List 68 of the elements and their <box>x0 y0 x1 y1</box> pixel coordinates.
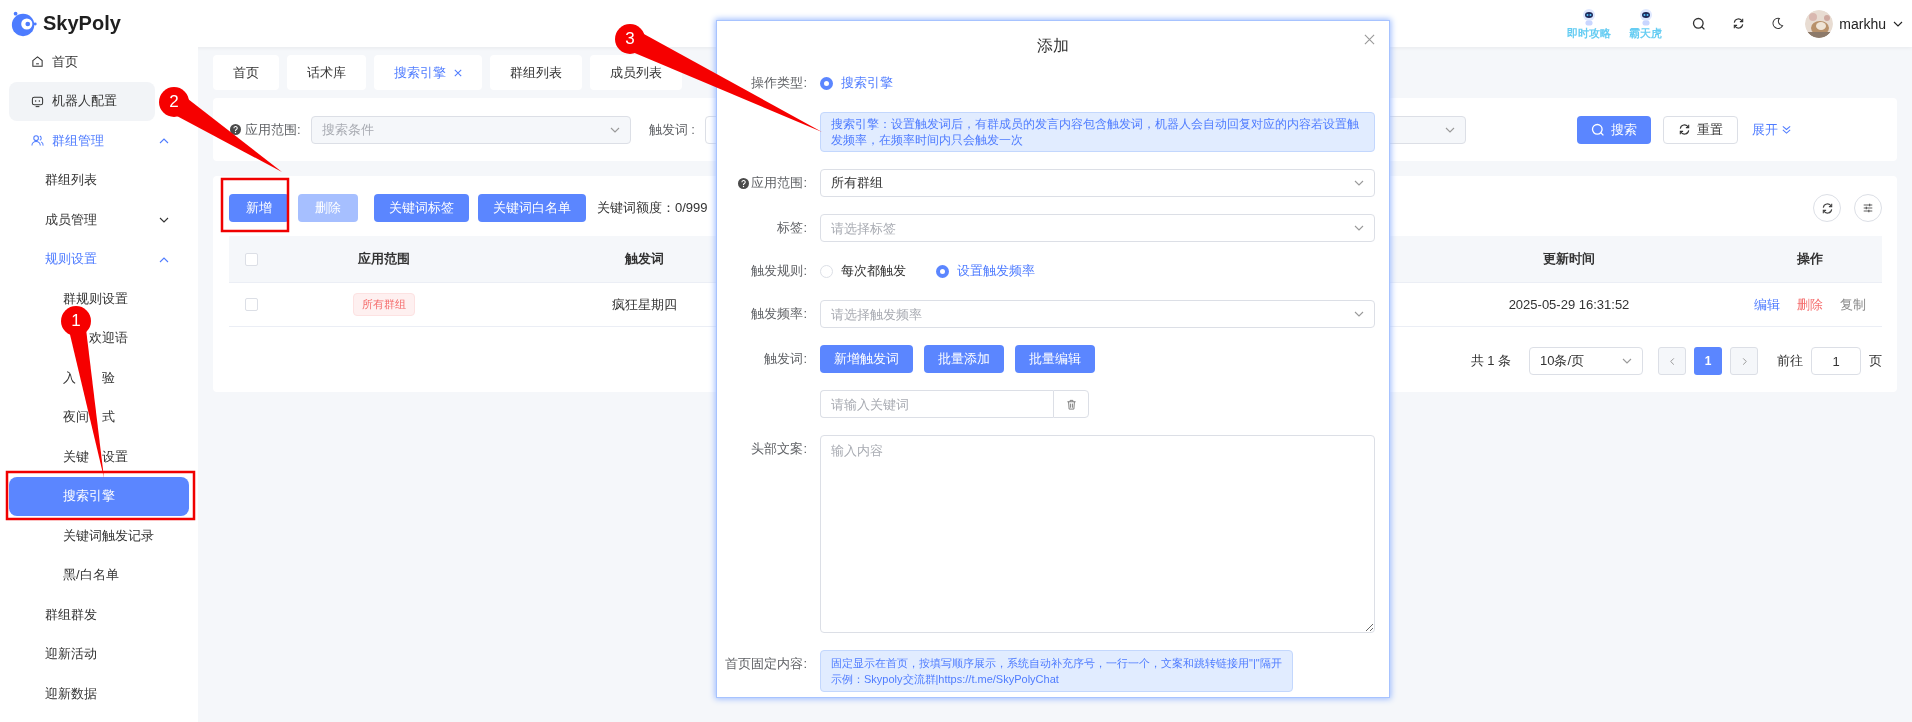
sidebar-item[interactable]: 入 验 <box>63 358 115 398</box>
action-link[interactable]: 复制 <box>1840 295 1866 314</box>
select-field[interactable]: 请选择触发频率 <box>820 300 1375 328</box>
field-label: 标签: <box>777 219 807 237</box>
reset-button[interactable]: 重置 <box>1662 115 1738 144</box>
info-note: 搜索引擎：设置触发词后，有群成员的发言内容包含触发词，机器人会自动回复对应的内容若设置触发频率，在频率时间内只会触发一次 <box>820 112 1375 152</box>
page-suffix: 页 <box>1869 352 1882 370</box>
keyword-field[interactable]: 请输入关键词 <box>820 390 1053 418</box>
sidebar-item[interactable]: 群组群发 <box>45 595 97 635</box>
sidebar-item[interactable]: 规则设置 <box>9 239 189 279</box>
column-header: 操作 <box>1797 250 1823 268</box>
select-field[interactable]: 请选择标签 <box>820 214 1375 242</box>
filter-label: 触发词 : <box>648 120 695 139</box>
table-cell: 2025-05-29 16:31:52 <box>1508 297 1630 312</box>
column-header: 应用范围 <box>358 250 410 268</box>
total-count: 共 1 条 <box>1470 352 1511 370</box>
field-label: 触发规则: <box>751 262 807 280</box>
menu-label: 设置 <box>102 447 128 466</box>
goto-label: 前往 <box>1777 352 1803 370</box>
sidebar-item[interactable]: 关键词触发记录 <box>63 516 154 556</box>
field-label: 首页固定内容: <box>725 655 807 673</box>
column-header: 触发词 <box>624 250 664 268</box>
quota-text: 关键词额度：0/999 <box>597 199 708 217</box>
note-line: 固定显示在首页，按填写顺序展示，系统自动补充序号，一行一个，文案和跳转链接用"|"隔开 <box>831 656 1282 671</box>
radio-option[interactable]: 每次都触发 <box>820 262 906 280</box>
sidebar-item[interactable]: 首页 <box>31 42 78 82</box>
tab[interactable]: 话术库 <box>287 55 366 90</box>
sidebar-item[interactable]: 关键 设置 <box>63 437 128 477</box>
sidebar-item[interactable]: 机器人配置 <box>9 81 155 121</box>
menu-label: 关键 <box>63 447 89 466</box>
tab[interactable]: 群组列表 <box>490 55 582 90</box>
sidebar-item[interactable]: 群组管理 <box>9 121 189 161</box>
tab[interactable]: 搜索引擎 <box>374 55 482 90</box>
column-header: 更新时间 <box>1543 250 1595 268</box>
filter-label: 应用范围: <box>245 120 301 139</box>
app-logo: SkyPoly <box>43 12 121 35</box>
page-size-select[interactable]: 10条/页 <box>1529 347 1643 375</box>
sidebar-item[interactable]: 夜间 式 <box>63 397 115 437</box>
select-field[interactable]: 所有群组 <box>820 169 1375 197</box>
menu-label: 夜间 <box>63 408 89 427</box>
user-menu[interactable]: markhu <box>1805 9 1904 38</box>
sidebar-item[interactable]: 黑/白名单 <box>63 555 119 595</box>
field-label: 操作类型: <box>751 74 807 92</box>
menu-label: 入 <box>63 368 76 387</box>
field-label: 触发频率: <box>751 305 807 323</box>
menu-label: 式 <box>102 408 115 427</box>
action-link[interactable]: 编辑 <box>1754 295 1780 314</box>
menu-label: 验 <box>102 368 115 387</box>
tab[interactable]: 首页 <box>213 55 279 90</box>
dialog-title: 添加 <box>1037 35 1069 56</box>
expand-link[interactable]: 展开 <box>1751 120 1792 139</box>
radio-option[interactable]: 设置触发频率 <box>936 262 1035 280</box>
sidebar-item[interactable]: 迎新数据 <box>45 674 97 714</box>
sidebar-item[interactable]: 群组列表 <box>45 160 97 200</box>
sidebar-item[interactable]: 成员管理 <box>9 200 189 240</box>
field-label: 头部文案: <box>751 440 807 458</box>
sidebar-item[interactable]: 欢迎语 <box>89 318 128 358</box>
scope-tag: 所有群组 <box>353 293 415 316</box>
table-cell: 疯狂星期四 <box>611 295 677 314</box>
select-field[interactable]: 搜索条件 <box>310 115 631 144</box>
menu-label: 欢迎语 <box>89 329 128 348</box>
textarea-field[interactable]: 输入内容 <box>820 435 1375 633</box>
page-input[interactable]: 1 <box>1811 347 1861 375</box>
radio-option[interactable]: 搜索引擎 <box>820 74 893 92</box>
sidebar-item[interactable]: 迎新活动 <box>45 634 97 674</box>
note-line: 示例：Skypoly交流群|https://t.me/SkyPolyChat <box>831 672 1060 687</box>
field-label: 触发词: <box>764 350 807 368</box>
field-label: 应用范围: <box>751 174 807 192</box>
